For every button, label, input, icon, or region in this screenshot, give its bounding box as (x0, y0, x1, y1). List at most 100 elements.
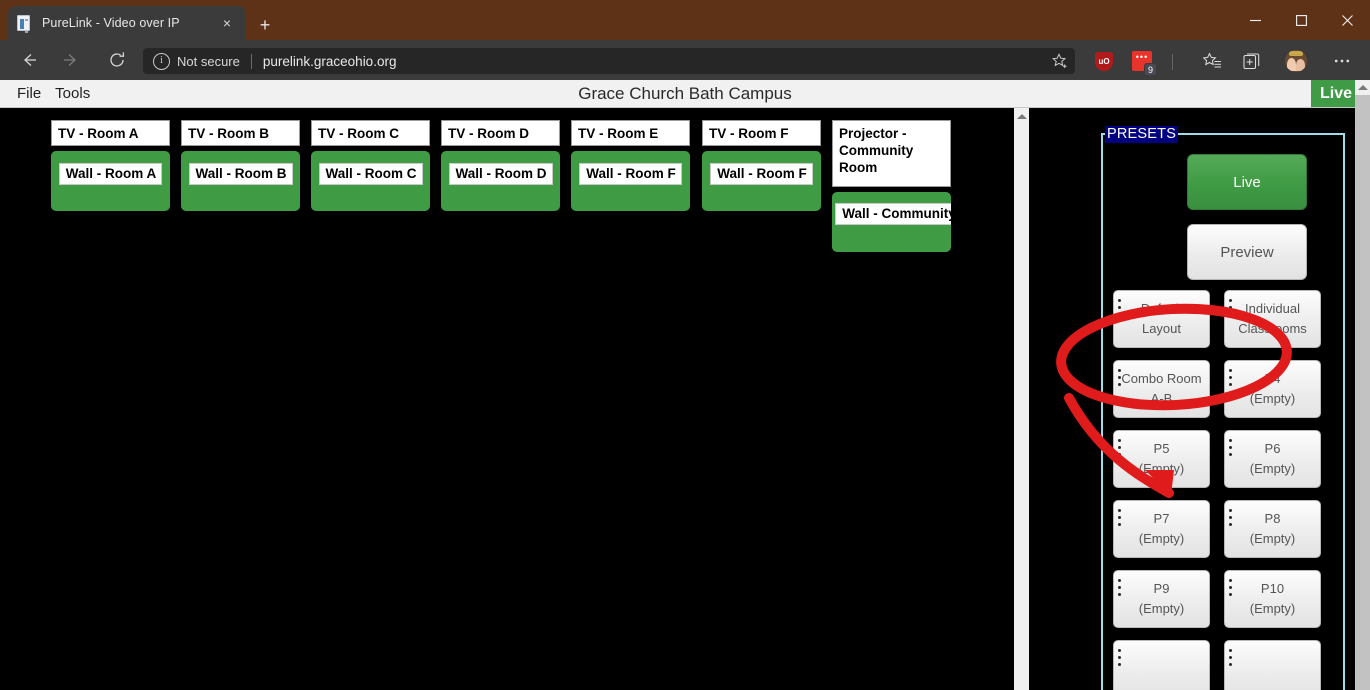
drag-handle-icon[interactable] (1118, 439, 1121, 456)
routing-canvas[interactable]: TV - Room A Wall - Room A TV - Room B Wa… (0, 108, 1013, 690)
close-window-button[interactable] (1324, 0, 1370, 40)
back-icon[interactable] (16, 47, 42, 73)
scroll-up-arrow-icon[interactable] (1014, 108, 1029, 124)
destination-tile[interactable]: Projector - Community Room Wall - Commun… (832, 120, 951, 252)
destination-label: TV - Room C (311, 120, 430, 146)
assigned-source-chip[interactable]: Wall - Room D (448, 163, 553, 185)
preset-label-line1: P9 (1153, 581, 1170, 596)
preset-button[interactable]: Individual Classrooms (1224, 290, 1321, 348)
menu-tools[interactable]: Tools (48, 80, 97, 107)
drag-handle-icon[interactable] (1229, 509, 1232, 526)
preset-label-line1: P8 (1264, 511, 1281, 526)
minimize-button[interactable] (1232, 0, 1278, 40)
destination-tile[interactable]: TV - Room E Wall - Room F (571, 120, 690, 211)
new-tab-button[interactable]: + (252, 12, 278, 38)
preset-label-line1: P5 (1153, 441, 1170, 456)
reload-icon[interactable] (104, 47, 130, 73)
destination-drop-zone[interactable]: Wall - Room B (181, 151, 300, 211)
destination-label: TV - Room F (702, 120, 821, 146)
live-status-label: Live (1319, 84, 1352, 102)
preset-button[interactable]: P7 (Empty) (1113, 500, 1210, 558)
add-favorite-icon[interactable] (1050, 51, 1070, 71)
omnibox-divider (250, 53, 252, 69)
maximize-button[interactable] (1278, 0, 1324, 40)
drag-handle-icon[interactable] (1118, 369, 1121, 386)
app-header: Grace Church Bath Campus File Tools Live (0, 80, 1370, 108)
destination-tile[interactable]: TV - Room B Wall - Room B (181, 120, 300, 211)
preset-label-line2: Classrooms (1238, 321, 1307, 336)
address-bar[interactable]: i Not secure purelink.graceohio.org (143, 48, 1075, 74)
extension-icon[interactable]: ••• 9 (1130, 49, 1157, 76)
close-tab-icon[interactable]: × (216, 12, 238, 34)
preset-button[interactable]: P8 (Empty) (1224, 500, 1321, 558)
preset-button[interactable]: Combo Room A-B (1113, 360, 1210, 418)
title-bar: PureLink - Video over IP × + (0, 0, 1370, 40)
drag-handle-icon[interactable] (1229, 439, 1232, 456)
drag-handle-icon[interactable] (1118, 579, 1121, 596)
presets-legend: PRESETS (1105, 126, 1179, 143)
browser-tab[interactable]: PureLink - Video over IP × (8, 6, 246, 40)
destination-tile[interactable]: TV - Room F Wall - Room F (702, 120, 821, 211)
toolbar-divider (1172, 54, 1173, 70)
destination-drop-zone[interactable]: Wall - Room C (311, 151, 430, 211)
preset-label-line2: A-B (1150, 391, 1173, 406)
preset-button[interactable] (1113, 640, 1210, 690)
preset-label-line1: P10 (1260, 581, 1285, 596)
ublock-origin-icon[interactable]: uO (1092, 49, 1116, 73)
drag-handle-icon[interactable] (1118, 509, 1121, 526)
preset-label-line1: Combo Room (1121, 371, 1202, 386)
preset-live-button[interactable]: Live (1187, 154, 1307, 210)
preset-button[interactable]: Default Layout (1113, 290, 1210, 348)
assigned-source-chip[interactable]: Wall - Room F (710, 163, 813, 185)
drag-handle-icon[interactable] (1229, 579, 1232, 596)
browser-toolbar: i Not secure purelink.graceohio.org uO •… (0, 40, 1370, 80)
preset-button[interactable] (1224, 640, 1321, 690)
preset-label-line2: (Empty) (1249, 461, 1296, 476)
destination-drop-zone[interactable]: Wall - Room A (51, 151, 170, 211)
collections-icon[interactable] (1240, 49, 1264, 73)
canvas-vertical-scrollbar[interactable] (1013, 108, 1029, 690)
preset-label-line2: (Empty) (1249, 391, 1296, 406)
preset-button[interactable]: P10 (Empty) (1224, 570, 1321, 628)
assigned-source-chip[interactable]: Wall - Room B (188, 163, 293, 185)
extension-badge-count: 9 (1144, 63, 1157, 76)
destination-drop-zone[interactable]: Wall - Room F (702, 151, 821, 211)
destination-tile[interactable]: TV - Room D Wall - Room D (441, 120, 560, 211)
drag-handle-icon[interactable] (1229, 299, 1232, 316)
destination-drop-zone[interactable]: Wall - Room F (571, 151, 690, 211)
forward-icon[interactable] (58, 47, 84, 73)
preset-button[interactable]: P9 (Empty) (1113, 570, 1210, 628)
page-scroll-thumb[interactable] (1355, 95, 1370, 690)
destination-tile[interactable]: TV - Room C Wall - Room C (311, 120, 430, 211)
assigned-source-chip[interactable]: Wall - Room A (58, 163, 163, 185)
drag-handle-icon[interactable] (1118, 649, 1121, 666)
favorites-icon[interactable] (1200, 49, 1224, 73)
destination-drop-zone[interactable]: Wall - Community (832, 192, 951, 252)
drag-handle-icon[interactable] (1229, 649, 1232, 666)
preset-button[interactable]: P4 (Empty) (1224, 360, 1321, 418)
preset-label-line2: (Empty) (1249, 601, 1296, 616)
tab-title: PureLink - Video over IP (42, 16, 180, 30)
page-vertical-scrollbar[interactable] (1355, 80, 1370, 690)
profile-avatar[interactable] (1285, 50, 1307, 72)
security-label: Not secure (177, 53, 240, 69)
destination-label: TV - Room B (181, 120, 300, 146)
drag-handle-icon[interactable] (1229, 369, 1232, 386)
page-scroll-up-arrow-icon[interactable] (1355, 80, 1370, 95)
preset-preview-button[interactable]: Preview (1187, 224, 1307, 280)
preset-button[interactable]: P5 (Empty) (1113, 430, 1210, 488)
preset-button[interactable]: P6 (Empty) (1224, 430, 1321, 488)
assigned-source-chip[interactable]: Wall - Community (835, 203, 951, 225)
destination-drop-zone[interactable]: Wall - Room D (441, 151, 560, 211)
info-icon[interactable]: i (153, 52, 170, 70)
menu-file[interactable]: File (10, 80, 48, 107)
web-page: Grace Church Bath Campus File Tools Live… (0, 80, 1370, 690)
more-options-icon[interactable] (1330, 49, 1354, 73)
assigned-source-chip[interactable]: Wall - Room C (318, 163, 423, 185)
tab-strip: PureLink - Video over IP × + (0, 6, 1370, 40)
destination-label: TV - Room E (571, 120, 690, 146)
assigned-source-chip[interactable]: Wall - Room F (579, 163, 682, 185)
browser-window: PureLink - Video over IP × + i Not secur… (0, 0, 1370, 690)
destination-tile[interactable]: TV - Room A Wall - Room A (51, 120, 170, 211)
drag-handle-icon[interactable] (1118, 299, 1121, 316)
